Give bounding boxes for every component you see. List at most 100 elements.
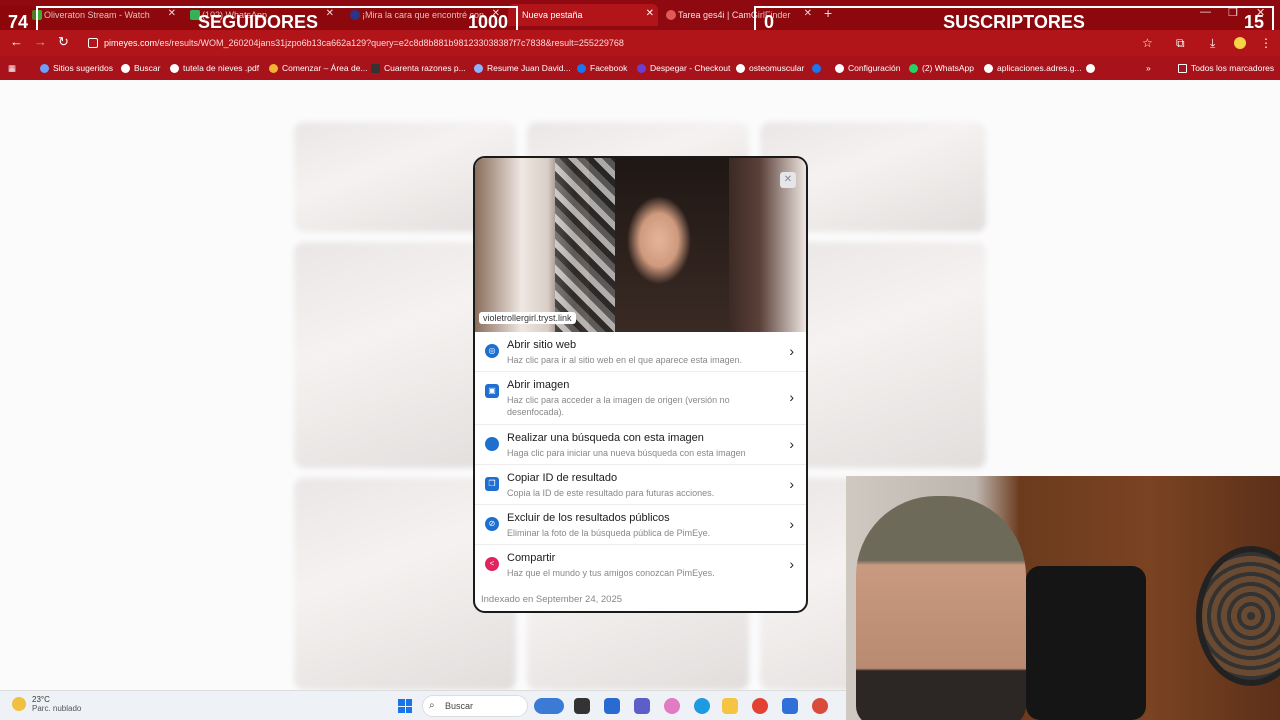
google-icon bbox=[170, 64, 179, 73]
item-title: Compartir bbox=[507, 552, 556, 564]
back-arrow-icon[interactable]: ← bbox=[10, 34, 23, 49]
hide-icon: ⊘ bbox=[485, 517, 499, 531]
item-desc: Haz clic para acceder a la imagen de ori… bbox=[507, 395, 730, 417]
bookmark-favicon-icon bbox=[40, 64, 49, 73]
profile-avatar-icon[interactable] bbox=[1234, 37, 1246, 49]
gaming-chair bbox=[1026, 566, 1146, 720]
apps-grid-icon[interactable]: ▦ bbox=[8, 61, 16, 75]
chevron-right-icon: › bbox=[789, 556, 794, 572]
result-photo: violetrollergirl.tryst.link bbox=[475, 158, 806, 332]
bookmark-adres[interactable]: aplicaciones.adres.g... bbox=[984, 61, 1082, 75]
bookmark-tutela[interactable]: tutela de nieves .pdf bbox=[170, 61, 259, 75]
bookmark-favicon-icon bbox=[474, 64, 483, 73]
bookmark-facebook[interactable]: Facebook bbox=[577, 61, 627, 75]
close-icon[interactable]: ✕ bbox=[780, 172, 796, 188]
image-icon: ▣ bbox=[485, 384, 499, 398]
url-field[interactable]: pimeyes.com/es/results/WOM_260204jans31j… bbox=[84, 34, 1144, 52]
outlook-icon[interactable] bbox=[782, 698, 798, 714]
bookmark-label: Buscar bbox=[134, 63, 161, 73]
source-link[interactable]: violetrollergirl.tryst.link bbox=[479, 312, 576, 324]
chevron-right-icon: › bbox=[789, 343, 794, 359]
edge-icon[interactable] bbox=[694, 698, 710, 714]
gear-icon bbox=[835, 64, 844, 73]
menu-dots-icon[interactable]: ⋮ bbox=[1260, 37, 1272, 49]
bookmark-label: Cuarenta razones p... bbox=[384, 63, 466, 73]
taskbar: 23°C Parc. nublado ⌕ Buscar bbox=[0, 690, 846, 720]
tab-label: Nueva pestaña bbox=[522, 10, 583, 20]
site-info-icon[interactable] bbox=[88, 38, 98, 48]
tab-favicon-icon bbox=[666, 10, 676, 20]
more-bookmarks-icon[interactable]: » bbox=[1146, 61, 1151, 75]
facebook-icon bbox=[577, 64, 586, 73]
tab-nueva-pestana[interactable]: Nueva pestaña ✕ bbox=[508, 4, 658, 26]
all-bookmarks[interactable]: Todos los marcadores bbox=[1178, 61, 1274, 75]
star-icon[interactable]: ☆ bbox=[1142, 37, 1154, 49]
chevron-right-icon: › bbox=[789, 389, 794, 405]
store-icon[interactable] bbox=[604, 698, 620, 714]
bookmark-label: Despegar - Checkout bbox=[650, 63, 731, 73]
facebook-icon bbox=[812, 64, 821, 73]
item-title: Copiar ID de resultado bbox=[507, 472, 618, 484]
bookmark-configuracion[interactable]: Configuración bbox=[835, 61, 900, 75]
bookmark-label: Comenzar – Área de... bbox=[282, 63, 368, 73]
extensions-icon[interactable]: ⧉ bbox=[1176, 37, 1188, 49]
taskbar-search[interactable]: ⌕ Buscar bbox=[422, 695, 528, 717]
task-view-icon[interactable] bbox=[574, 698, 590, 714]
weather-widget[interactable]: 23°C Parc. nublado bbox=[12, 695, 81, 713]
search-with-image-item[interactable]: Realizar una búsqueda con esta imagen Ha… bbox=[475, 425, 806, 465]
open-image-item[interactable]: ▣ Abrir imagen Haz clic para acceder a l… bbox=[475, 372, 806, 425]
close-tab-icon[interactable]: ✕ bbox=[646, 8, 654, 19]
item-desc: Eliminar la foto de la búsqueda pública … bbox=[507, 528, 711, 538]
bookmark-label: Resume Juan David... bbox=[487, 63, 571, 73]
bookmark-buscar[interactable]: Buscar bbox=[121, 61, 160, 75]
copilot-icon[interactable] bbox=[664, 698, 680, 714]
exclude-public-results-item[interactable]: ⊘ Excluir de los resultados públicos Eli… bbox=[475, 505, 806, 545]
bookmark-osteomuscular[interactable]: osteomuscular bbox=[736, 61, 804, 75]
download-icon[interactable]: ⤓ bbox=[1210, 37, 1222, 49]
windows-start-icon[interactable] bbox=[398, 699, 412, 713]
temperature: 23°C bbox=[32, 695, 50, 704]
bookmark-label: Todos los marcadores bbox=[1191, 63, 1275, 73]
forward-arrow-icon[interactable]: → bbox=[34, 34, 47, 49]
address-bar: ← → ↻ pimeyes.com/es/results/WOM_260204j… bbox=[0, 30, 1280, 56]
folder-icon bbox=[1178, 64, 1187, 73]
bookmarks-bar: ▦ Sitios sugeridos Buscar tutela de niev… bbox=[0, 56, 1280, 80]
widget-car-icon[interactable] bbox=[534, 698, 564, 714]
chrome-icon[interactable] bbox=[752, 698, 768, 714]
weather-condition: Parc. nublado bbox=[32, 704, 82, 713]
item-title: Excluir de los resultados públicos bbox=[507, 512, 670, 524]
bookmark-sitios-sugeridos[interactable]: Sitios sugeridos bbox=[40, 61, 113, 75]
bookmark-cuarenta[interactable]: Cuarenta razones p... bbox=[371, 61, 466, 75]
bookmark-whatsapp[interactable]: (2) WhatsApp bbox=[909, 61, 974, 75]
url-path: /es/results/WOM_260204jans31jzpo6b13ca66… bbox=[157, 38, 624, 48]
chrome-profile-icon[interactable] bbox=[812, 698, 828, 714]
search-dot-icon bbox=[485, 437, 499, 451]
bookmark-globe[interactable] bbox=[1086, 61, 1095, 75]
whatsapp-icon bbox=[909, 64, 918, 73]
item-desc: Copia la ID de este resultado para futur… bbox=[507, 488, 715, 498]
reload-icon[interactable]: ↻ bbox=[58, 34, 69, 50]
bookmark-favicon-icon bbox=[371, 64, 380, 73]
copy-result-id-item[interactable]: ❐ Copiar ID de resultado Copia la ID de … bbox=[475, 465, 806, 505]
bookmark-label: Facebook bbox=[590, 63, 628, 73]
bookmark-facebook-2[interactable] bbox=[812, 61, 821, 75]
url-host: pimeyes.com bbox=[104, 38, 158, 48]
globe-icon bbox=[984, 64, 993, 73]
pixelated-area bbox=[555, 158, 615, 332]
file-explorer-icon[interactable] bbox=[722, 698, 738, 714]
streamer bbox=[856, 496, 1026, 720]
bookmark-label: osteomuscular bbox=[749, 63, 805, 73]
bookmark-label: tutela de nieves .pdf bbox=[183, 63, 260, 73]
share-item[interactable]: < Compartir Haz que el mundo y tus amigo… bbox=[475, 545, 806, 585]
bookmark-comenzar[interactable]: Comenzar – Área de... bbox=[269, 61, 368, 75]
open-website-item[interactable]: ◎ Abrir sitio web Haz clic para ir al si… bbox=[475, 332, 806, 372]
chevron-right-icon: › bbox=[789, 516, 794, 532]
bookmark-resume[interactable]: Resume Juan David... bbox=[474, 61, 571, 75]
bookmark-label: (2) WhatsApp bbox=[922, 63, 974, 73]
item-title: Realizar una búsqueda con esta imagen bbox=[507, 432, 704, 444]
bookmark-despegar[interactable]: Despegar - Checkout bbox=[637, 61, 730, 75]
teams-icon[interactable] bbox=[634, 698, 650, 714]
bookmark-label: Sitios sugeridos bbox=[53, 63, 114, 73]
fan bbox=[1196, 546, 1280, 686]
partly-cloudy-icon bbox=[12, 697, 26, 711]
